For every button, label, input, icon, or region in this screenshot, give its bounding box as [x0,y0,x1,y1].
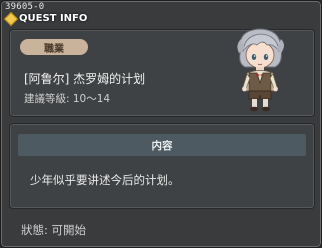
quest-name: [阿鲁尔] 杰罗姆的计划 [24,72,146,86]
quest-info-window: 39605-0 QUEST INFO 職業 [阿鲁尔] 杰罗姆的计划 建議等級:… [0,0,322,248]
title-bar[interactable]: QUEST INFO [5,11,115,25]
recommended-level: 建議等級: 10～14 [24,93,111,105]
description-header: 内容 [18,134,306,156]
job-badge: 職業 [20,39,88,55]
quest-status: 狀態: 可開始 [21,223,87,237]
window-title: QUEST INFO [19,12,88,24]
quest-description-panel: 内容 少年似乎要讲述今后的计划。 [9,123,315,209]
npc-boy-portrait [237,28,284,112]
description-text: 少年似乎要讲述今后的计划。 [30,173,180,187]
diamond-icon [5,13,15,23]
